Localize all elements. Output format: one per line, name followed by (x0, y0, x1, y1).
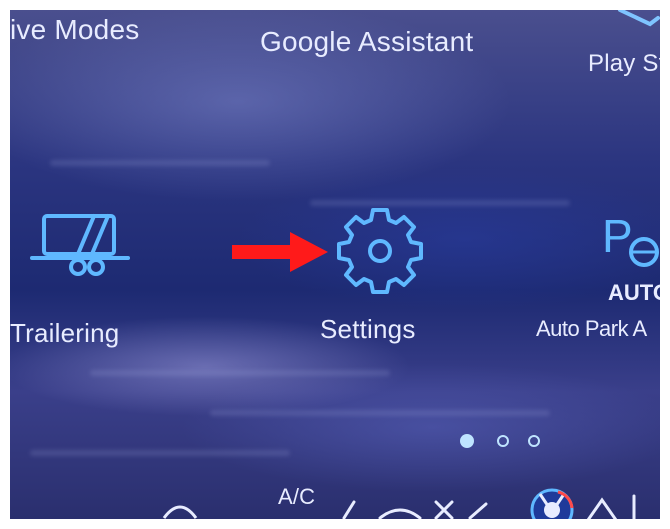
fan-speed-icon[interactable] (528, 486, 576, 519)
app-label-auto-park: Auto Park A (536, 316, 647, 341)
svg-text:P: P (602, 210, 633, 262)
auto-park-icon: P AUTO (598, 204, 660, 309)
page-dot-active[interactable] (460, 434, 474, 448)
fan-partial-icon[interactable] (160, 496, 200, 519)
background-streak (30, 450, 290, 456)
auto-park-icon-text: AUTO (608, 280, 660, 304)
page-dot[interactable] (497, 435, 509, 447)
background-streak (90, 370, 390, 376)
app-label-drive-modes[interactable]: ive Modes (10, 14, 139, 46)
gear-icon (332, 202, 428, 303)
app-label-play-store[interactable]: Play St (588, 50, 660, 78)
red-arrow-icon (232, 232, 328, 277)
app-label-trailering: Trailering (10, 318, 120, 348)
chevron-up-icon[interactable] (584, 492, 654, 519)
infotainment-screen: ive Modes Google Assistant Play St Trail… (10, 10, 660, 519)
recirculation-partial-icon[interactable] (340, 498, 500, 519)
page-dot[interactable] (528, 435, 540, 447)
trailer-icon (28, 210, 138, 285)
ac-button-label[interactable]: A/C (278, 484, 315, 510)
background-streak (50, 160, 270, 166)
app-label-google-assistant[interactable]: Google Assistant (260, 26, 473, 58)
play-store-icon[interactable] (610, 10, 660, 45)
background-streak (210, 410, 550, 416)
app-label-settings: Settings (320, 314, 416, 344)
